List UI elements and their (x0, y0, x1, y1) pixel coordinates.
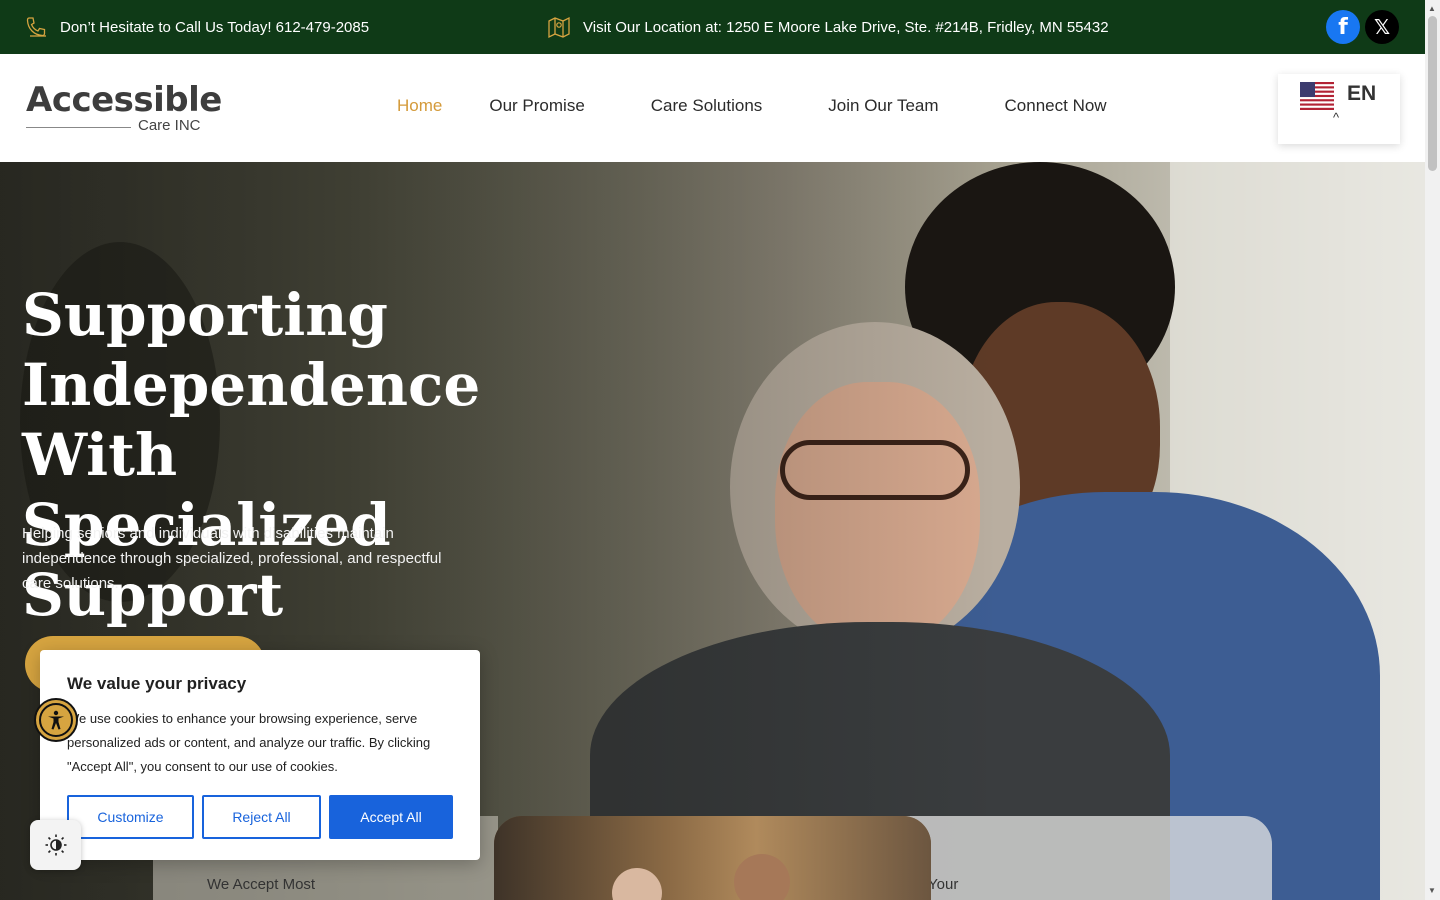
scrollbar-thumb[interactable] (1428, 16, 1437, 171)
cookie-body: We use cookies to enhance your browsing … (67, 711, 431, 774)
us-flag-icon (1300, 82, 1334, 110)
phone-info[interactable]: Don’t Hesitate to Call Us Today! 612-479… (24, 15, 369, 39)
person-icon (48, 710, 64, 730)
insurance-card-text: We Accept Most (207, 876, 316, 893)
accept-all-button[interactable]: Accept All (329, 795, 453, 839)
hero-title-line-1: Supporting (22, 281, 388, 349)
nav-our-promise[interactable]: Our Promise (489, 96, 584, 116)
language-selector[interactable]: EN ^ (1278, 74, 1400, 144)
brightness-icon (45, 834, 66, 856)
info-card-text: Your (928, 876, 959, 893)
nav-care-solutions[interactable]: Care Solutions (651, 96, 763, 116)
map-icon (548, 16, 570, 39)
contrast-toggle[interactable] (30, 820, 81, 870)
accessibility-button[interactable] (34, 698, 78, 742)
site-header: Accessible Care INC Home Our Promise Car… (0, 54, 1425, 162)
site-logo[interactable]: Accessible Care INC (26, 80, 222, 136)
x-twitter-icon[interactable]: 𝕏 (1365, 10, 1399, 44)
phone-text: Don’t Hesitate to Call Us Today! 612-479… (60, 18, 370, 36)
customize-button[interactable]: Customize (67, 795, 194, 839)
main-nav: Home Our Promise Care Solutions Join Our… (397, 96, 1107, 116)
page-scrollbar[interactable]: ▲ ▼ (1425, 0, 1440, 900)
nav-join-our-team[interactable]: Join Our Team (828, 96, 938, 116)
facebook-icon[interactable]: f (1326, 10, 1360, 44)
scroll-down-arrow-icon[interactable]: ▼ (1428, 886, 1436, 895)
photo-background (494, 816, 931, 900)
hero-description: Helping seniors and individuals with dis… (22, 525, 442, 592)
scroll-up-arrow-icon[interactable]: ▲ (1428, 4, 1436, 13)
accessibility-icon (39, 703, 73, 737)
top-bar: Don’t Hesitate to Call Us Today! 612-479… (0, 0, 1425, 54)
cookie-title: We value your privacy (67, 674, 247, 693)
logo-name: Accessible (26, 80, 222, 120)
featured-photo-card (494, 816, 931, 900)
chevron-up-icon: ^ (1333, 110, 1340, 125)
cookie-consent-dialog: We value your privacy We use cookies to … (40, 650, 480, 860)
nav-home[interactable]: Home (397, 96, 442, 116)
logo-sub: Care INC (138, 117, 201, 134)
hero-title-line-2: Independence With (22, 351, 481, 489)
language-code: EN (1347, 82, 1377, 105)
location-info[interactable]: Visit Our Location at: 1250 E Moore Lake… (547, 15, 1109, 39)
phone-icon (26, 17, 46, 37)
location-text: Visit Our Location at: 1250 E Moore Lake… (583, 18, 1109, 36)
reject-all-button[interactable]: Reject All (202, 795, 321, 839)
logo-rule (26, 127, 131, 128)
nav-connect-now[interactable]: Connect Now (1005, 96, 1107, 116)
